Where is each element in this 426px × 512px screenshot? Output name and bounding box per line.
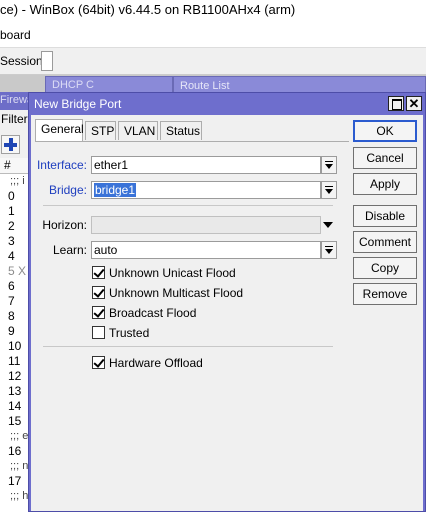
separator bbox=[43, 346, 333, 347]
rule-row[interactable]: 13 bbox=[0, 384, 30, 399]
bridge-value: bridge1 bbox=[94, 183, 137, 197]
interface-label: Interface: bbox=[36, 158, 87, 172]
dialog-titlebar[interactable]: New Bridge Port ✕ bbox=[29, 93, 425, 115]
tab-status[interactable]: Status bbox=[160, 121, 202, 140]
broadcast-flood-label: Broadcast Flood bbox=[109, 306, 197, 320]
horizon-input[interactable] bbox=[91, 216, 321, 234]
checkbox-box[interactable] bbox=[92, 306, 105, 319]
interface-value: ether1 bbox=[94, 158, 129, 172]
rule-comment-row[interactable]: ;;; e bbox=[0, 429, 30, 444]
menu-bar[interactable]: board bbox=[0, 24, 426, 46]
firewall-window: Firewall Filter # ;;; i012345 X678910111… bbox=[0, 92, 30, 512]
interface-dropdown-icon[interactable] bbox=[321, 156, 337, 174]
rule-row[interactable]: 17 bbox=[0, 474, 30, 489]
firewall-window-title[interactable]: Firewall bbox=[0, 92, 30, 110]
separator bbox=[43, 205, 333, 206]
session-label: Session: bbox=[0, 54, 47, 68]
window-title: ce) - WinBox (64bit) v6.44.5 on RB1100AH… bbox=[0, 0, 426, 22]
remove-button[interactable]: Remove bbox=[353, 283, 417, 305]
learn-dropdown-icon[interactable] bbox=[321, 241, 337, 259]
bridge-label: Bridge: bbox=[48, 183, 87, 197]
rule-row[interactable]: 4 bbox=[0, 249, 30, 264]
ok-button[interactable]: OK bbox=[353, 120, 417, 142]
learn-select[interactable]: auto bbox=[91, 241, 321, 259]
bridge-select[interactable]: bridge1 bbox=[91, 181, 321, 199]
tab-stp[interactable]: STP bbox=[85, 121, 116, 140]
disable-button[interactable]: Disable bbox=[353, 205, 417, 227]
rule-row[interactable]: 15 bbox=[0, 414, 30, 429]
new-bridge-port-dialog: New Bridge Port ✕ General STP VLAN Statu… bbox=[28, 92, 426, 512]
apply-button[interactable]: Apply bbox=[353, 173, 417, 195]
rule-row[interactable]: 3 bbox=[0, 234, 30, 249]
learn-value: auto bbox=[94, 243, 118, 257]
rule-comment-row[interactable]: ;;; h bbox=[0, 489, 30, 504]
firewall-toolbar bbox=[0, 132, 30, 158]
horizon-expand-icon[interactable] bbox=[321, 216, 337, 234]
session-dropdown[interactable] bbox=[41, 51, 53, 71]
horizon-label: Horizon: bbox=[42, 218, 87, 232]
rule-row[interactable]: 10 bbox=[0, 339, 30, 354]
session-toolbar: Session: bbox=[0, 47, 426, 75]
checkbox-box[interactable] bbox=[92, 356, 105, 369]
bridge-dropdown-icon[interactable] bbox=[321, 181, 337, 199]
dialog-title: New Bridge Port bbox=[34, 97, 122, 111]
general-tab-panel: Interface: ether1 Bridge: bridge1 Horizo… bbox=[35, 141, 349, 507]
tab-general[interactable]: General bbox=[35, 119, 84, 141]
rule-row[interactable]: 2 bbox=[0, 219, 30, 234]
rule-row[interactable]: 6 bbox=[0, 279, 30, 294]
menu-item-dashboard[interactable]: board bbox=[0, 28, 31, 42]
close-icon[interactable]: ✕ bbox=[406, 96, 422, 111]
rule-row[interactable]: 9 bbox=[0, 324, 30, 339]
rule-row[interactable]: 14 bbox=[0, 399, 30, 414]
rule-row[interactable]: 11 bbox=[0, 354, 30, 369]
copy-button[interactable]: Copy bbox=[353, 257, 417, 279]
learn-label: Learn: bbox=[52, 243, 87, 257]
rule-row[interactable]: 1 bbox=[0, 204, 30, 219]
hardware-offload-label: Hardware Offload bbox=[109, 356, 203, 370]
interface-select[interactable]: ether1 bbox=[91, 156, 321, 174]
add-icon[interactable] bbox=[1, 135, 20, 154]
checkbox-box[interactable] bbox=[92, 286, 105, 299]
rule-row[interactable]: 16 bbox=[0, 444, 30, 459]
tab-vlan[interactable]: VLAN bbox=[118, 121, 158, 140]
rule-row[interactable]: 5 X bbox=[0, 264, 30, 279]
rule-row[interactable]: 8 bbox=[0, 309, 30, 324]
filter-rules-tab[interactable]: Filter bbox=[0, 110, 30, 132]
rule-row[interactable]: 0 bbox=[0, 189, 30, 204]
checkbox-box[interactable] bbox=[92, 266, 105, 279]
rule-row[interactable]: 12 bbox=[0, 369, 30, 384]
unknown-multicast-flood-label: Unknown Multicast Flood bbox=[109, 286, 244, 300]
maximize-icon[interactable] bbox=[388, 96, 404, 111]
rule-list: ;;; i012345 X 6 7 8 9 10 11 12 13 14 15;;; e 16;;; … bbox=[0, 174, 30, 504]
comment-button[interactable]: Comment bbox=[353, 231, 417, 253]
rule-comment-row[interactable]: ;;; i bbox=[0, 174, 30, 189]
dialog-body: General STP VLAN Status Interface: ether… bbox=[31, 115, 423, 511]
checkbox-box[interactable] bbox=[92, 326, 105, 339]
rule-row[interactable]: 7 bbox=[0, 294, 30, 309]
cancel-button[interactable]: Cancel bbox=[353, 147, 417, 169]
trusted-label: Trusted bbox=[109, 326, 150, 340]
column-header-number[interactable]: # bbox=[0, 158, 30, 174]
rule-comment-row[interactable]: ;;; n bbox=[0, 459, 30, 474]
unknown-unicast-flood-label: Unknown Unicast Flood bbox=[109, 266, 236, 280]
